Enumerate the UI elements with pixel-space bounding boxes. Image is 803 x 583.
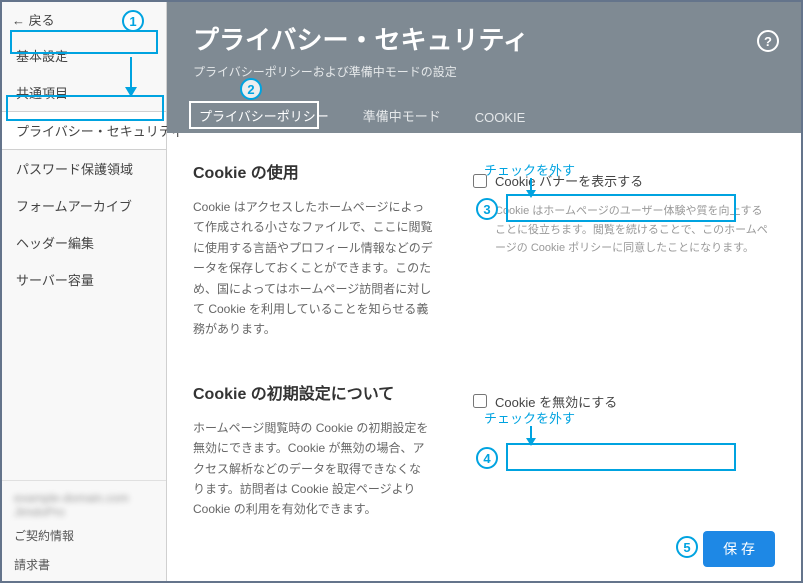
checkbox-show-banner[interactable]: Cookie バナーを表示する: [463, 165, 775, 196]
section-heading: Cookie の初期設定について: [193, 380, 433, 404]
sidebar: ← 戻る 基本設定 共通項目 プライバシー・セキュリティ パスワード保護領域 フ…: [2, 2, 167, 581]
sidebar-item-password[interactable]: パスワード保護領域: [2, 150, 166, 187]
tab-cookie[interactable]: COOKIE: [469, 102, 532, 133]
section-cookie-use: Cookie の使用 Cookie はアクセスしたホームページによって作成される…: [193, 159, 775, 340]
domain-label: example-domain.com: [14, 491, 154, 505]
contract-link[interactable]: ご契約情報: [14, 519, 154, 548]
content: Cookie の使用 Cookie はアクセスしたホームページによって作成される…: [167, 133, 801, 531]
tab-privacy-policy[interactable]: プライバシーポリシー: [193, 98, 335, 133]
sidebar-item-privacy[interactable]: プライバシー・セキュリティ: [2, 111, 166, 150]
page-subtitle: プライバシーポリシーおよび準備中モードの設定: [193, 63, 775, 80]
checkbox-disable-cookie[interactable]: Cookie を無効にする: [463, 386, 775, 417]
header: プライバシー・セキュリティ プライバシーポリシーおよび準備中モードの設定 プライ…: [167, 2, 801, 133]
sidebar-item-basic[interactable]: 基本設定: [2, 37, 166, 74]
section-heading: Cookie の使用: [193, 159, 433, 183]
sidebar-footer: example-domain.com JimdoPro ご契約情報 請求書: [2, 480, 166, 581]
section-body: Cookie はアクセスしたホームページによって作成される小さなファイルで、ここ…: [193, 197, 433, 340]
help-icon: ?: [764, 34, 772, 49]
sidebar-nav: 基本設定 共通項目 プライバシー・セキュリティ パスワード保護領域 フォームアー…: [2, 37, 166, 298]
checkbox-label: Cookie バナーを表示する: [495, 171, 643, 190]
tab-maintenance[interactable]: 準備中モード: [357, 98, 447, 133]
section-body: ホームページ閲覧時の Cookie の初期設定を無効にできます。Cookie が…: [193, 418, 433, 520]
sidebar-item-common[interactable]: 共通項目: [2, 74, 166, 111]
page-title: プライバシー・セキュリティ: [193, 20, 775, 57]
sidebar-item-header[interactable]: ヘッダー編集: [2, 224, 166, 261]
plan-label: JimdoPro: [14, 505, 154, 519]
invoice-link[interactable]: 請求書: [14, 548, 154, 577]
help-button[interactable]: ?: [757, 30, 779, 52]
checkbox-input[interactable]: [473, 174, 487, 188]
checkbox-label: Cookie を無効にする: [495, 392, 617, 411]
checkbox-input[interactable]: [473, 394, 487, 408]
footer: 保 存: [167, 531, 801, 581]
sidebar-item-form[interactable]: フォームアーカイブ: [2, 187, 166, 224]
back-button[interactable]: ← 戻る: [12, 13, 55, 28]
section-cookie-init: Cookie の初期設定について ホームページ閲覧時の Cookie の初期設定…: [193, 380, 775, 520]
save-button[interactable]: 保 存: [703, 531, 775, 567]
checkbox-hint: Cookie はホームページのユーザー体験や質を向上することに役立ちます。閲覧を…: [463, 196, 775, 258]
main: プライバシー・セキュリティ プライバシーポリシーおよび準備中モードの設定 プライ…: [167, 2, 801, 581]
sidebar-item-server[interactable]: サーバー容量: [2, 261, 166, 298]
tabs: プライバシーポリシー 準備中モード COOKIE: [193, 98, 775, 133]
back-label: 戻る: [29, 13, 55, 28]
